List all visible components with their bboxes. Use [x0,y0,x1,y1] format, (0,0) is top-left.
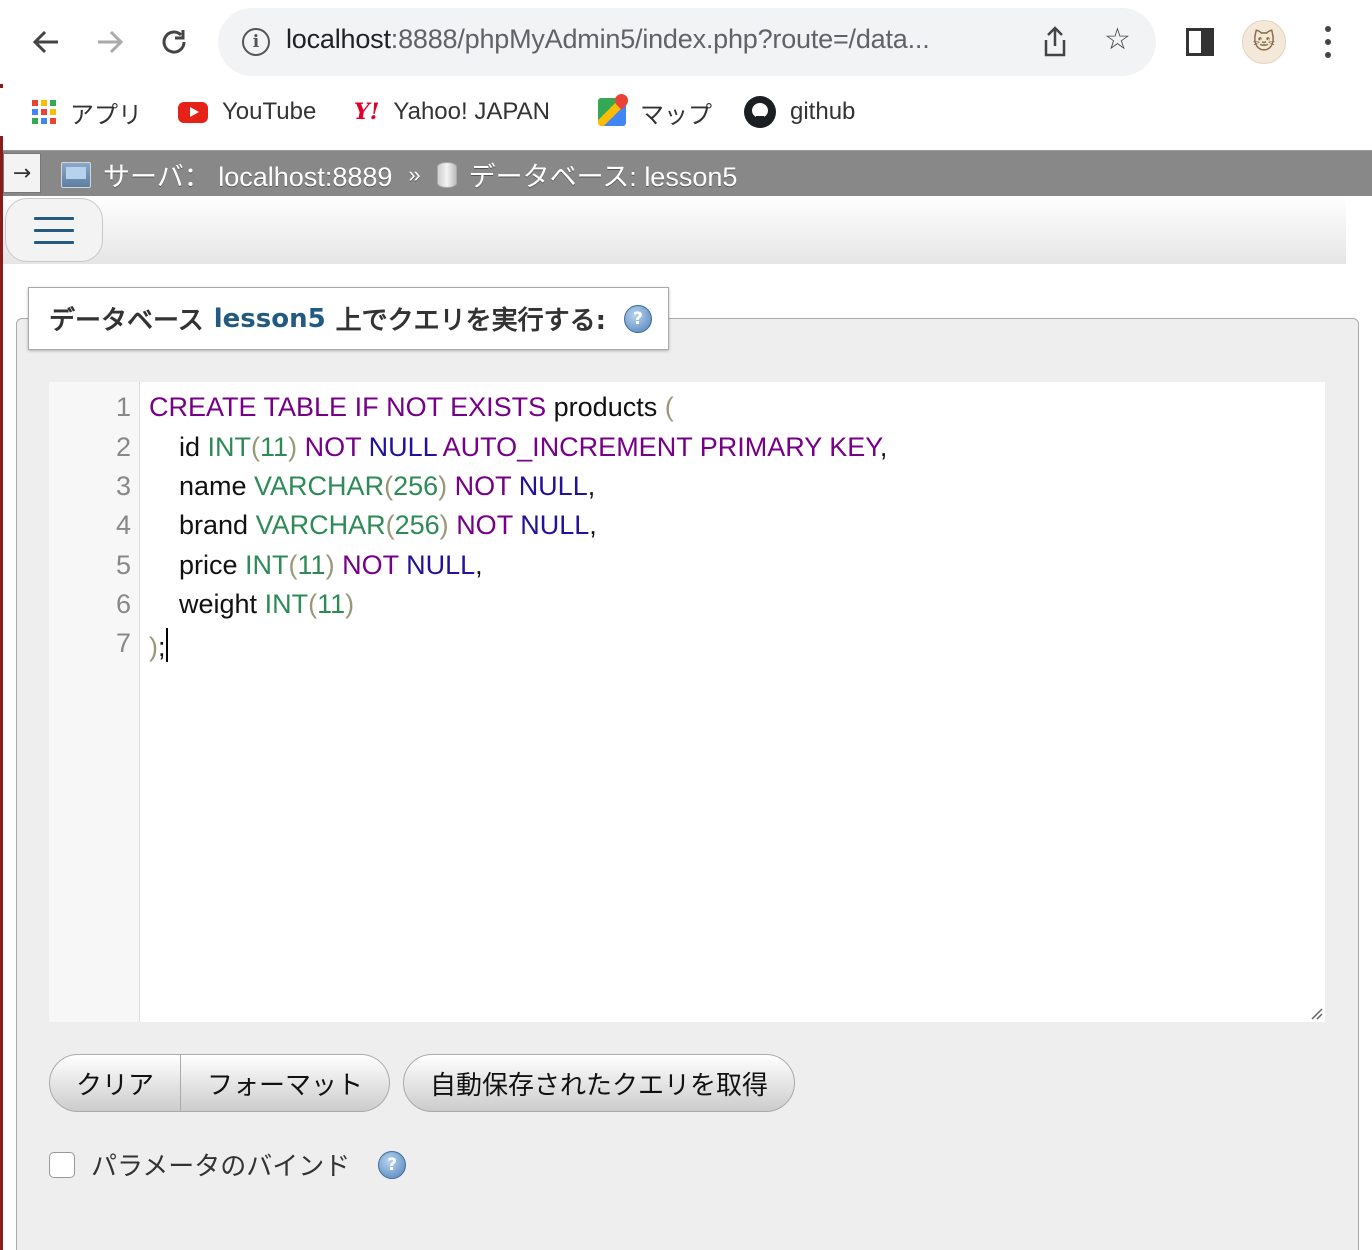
code-line: brand VARCHAR(256) NOT NULL, [149,510,597,540]
bind-parameters-row: パラメータのバインド ? [49,1146,407,1183]
legend-suffix: 上でクエリを実行する: [335,306,607,336]
breadcrumb-bar: → サーバ： localhost:8889 » データベース: lesson5 [3,150,1372,196]
side-panel-icon[interactable] [1186,28,1214,56]
line-number: 6 [115,589,131,619]
breadcrumb-server[interactable]: サーバ： localhost:8889 [103,155,392,194]
query-legend: データベース lesson5 上でクエリを実行する: ? [28,287,669,350]
maps-icon [598,98,626,126]
database-icon [436,161,457,188]
profile-avatar[interactable]: 🐱 [1242,20,1286,64]
address-bar[interactable]: i localhost:8888/phpMyAdmin5/index.php?r… [218,8,1156,76]
line-number: 5 [115,550,131,580]
apps-grid-icon [32,100,56,124]
reload-icon[interactable] [152,20,196,64]
code-line: price INT(11) NOT NULL, [149,550,483,580]
hamburger-menu-icon[interactable] [5,198,103,262]
site-info-icon[interactable]: i [242,28,270,56]
bookmark-maps[interactable]: マップ [598,96,712,129]
top-menu [3,196,1346,264]
format-button[interactable]: フォーマット [181,1054,391,1112]
line-number: 1 [115,392,131,422]
text-cursor [165,628,168,662]
line-number: 3 [115,471,131,501]
breadcrumb-database[interactable]: データベース: lesson5 [469,155,738,194]
line-number: 4 [115,510,131,540]
yahoo-icon: Y! [354,99,380,125]
resize-grip-icon[interactable] [1307,1004,1323,1020]
back-arrow-icon[interactable] [24,20,68,64]
editor-button-group: クリア フォーマット [49,1054,391,1112]
code-line: name VARCHAR(256) NOT NULL, [149,471,596,501]
bookmark-label: YouTube [222,98,317,125]
more-menu-icon[interactable] [1322,26,1334,58]
sql-editor[interactable]: 1 2 3 4 5 6 7 CREATE TABLE IF NOT EXISTS… [49,382,1325,1022]
bookmark-label: マップ [640,101,712,129]
legend-database-link[interactable]: lesson5 [214,304,326,334]
url-text[interactable]: localhost:8888/phpMyAdmin5/index.php?rou… [286,24,930,55]
server-icon [61,161,91,188]
navigation-toggle-arrow-icon[interactable]: → [3,153,41,193]
bind-parameters-label[interactable]: パラメータのバインド [91,1146,350,1183]
breadcrumb: サーバ： localhost:8889 » データベース: lesson5 [61,155,737,194]
forward-arrow-icon[interactable] [88,20,132,64]
code-line: CREATE TABLE IF NOT EXISTS products ( [149,392,674,422]
bookmarks-bar: アプリ YouTube Y! Yahoo! JAPAN マップ github [0,88,1372,136]
browser-toolbar: i localhost:8888/phpMyAdmin5/index.php?r… [0,0,1372,84]
bookmark-star-icon[interactable]: ☆ [1104,22,1131,57]
bookmark-yahoo[interactable]: Y! Yahoo! JAPAN [354,96,550,128]
line-number: 7 [115,628,131,658]
bookmark-label: github [790,98,856,125]
line-number: 2 [115,432,131,462]
github-icon [744,96,776,128]
bookmark-label: アプリ [70,101,142,129]
clear-button[interactable]: クリア [49,1054,182,1112]
bookmark-apps[interactable]: アプリ [32,96,142,129]
help-icon[interactable]: ? [378,1150,407,1179]
get-autosaved-query-button[interactable]: 自動保存されたクエリを取得 [403,1054,796,1112]
code-line: ); [149,628,168,668]
help-icon[interactable]: ? [624,304,653,333]
line-number-gutter: 1 2 3 4 5 6 7 [49,382,140,1022]
bookmark-youtube[interactable]: YouTube [178,96,316,128]
bind-parameters-checkbox[interactable] [49,1151,75,1178]
bookmark-label: Yahoo! JAPAN [393,98,550,125]
bookmark-github[interactable]: github [744,96,855,128]
breadcrumb-separator: » [408,161,421,187]
share-icon[interactable] [1042,26,1068,62]
code-line: weight INT(11) [149,589,355,619]
code-line: id INT(11) NOT NULL AUTO_INCREMENT PRIMA… [149,432,888,462]
legend-prefix: データベース [49,306,204,336]
youtube-icon [178,101,208,123]
